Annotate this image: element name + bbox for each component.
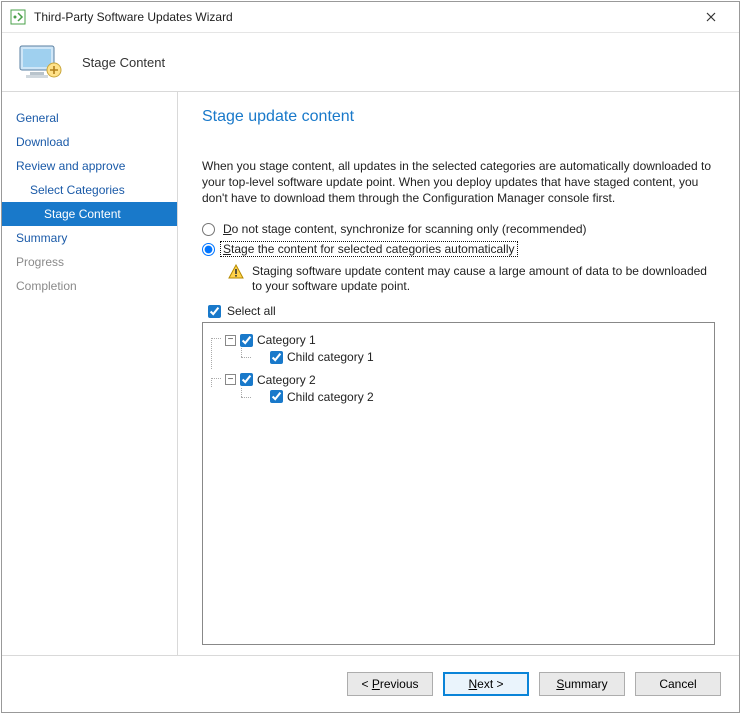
- warning-row: Staging software update content may caus…: [228, 264, 715, 294]
- tree-node: Child category 1: [241, 348, 708, 368]
- next-button[interactable]: Next >: [443, 672, 529, 696]
- tree-leaf-spacer: [255, 352, 266, 363]
- radio-do-not-stage-input[interactable]: [202, 223, 215, 236]
- previous-button[interactable]: < Previous: [347, 672, 433, 696]
- header-page-label: Stage Content: [82, 55, 165, 70]
- tree-collapse-icon[interactable]: −: [225, 335, 236, 346]
- page-title: Stage update content: [202, 108, 715, 126]
- window-title: Third-Party Software Updates Wizard: [34, 10, 691, 24]
- wizard-window: Third-Party Software Updates Wizard Stag…: [1, 1, 740, 713]
- tree-collapse-icon[interactable]: −: [225, 374, 236, 385]
- nav-item-summary[interactable]: Summary: [2, 226, 177, 250]
- nav-item-download[interactable]: Download: [2, 130, 177, 154]
- tree-node-label: Child category 2: [287, 389, 374, 405]
- radio-do-not-stage-label: Do not stage content, synchronize for sc…: [221, 222, 589, 236]
- nav-item-progress: Progress: [2, 250, 177, 274]
- tree-node-checkbox[interactable]: [270, 351, 283, 364]
- nav-item-review-and-approve[interactable]: Review and approve: [2, 154, 177, 178]
- tree-node-row[interactable]: − Category 1: [225, 332, 316, 348]
- select-all[interactable]: Select all: [208, 304, 715, 318]
- tree-node-checkbox[interactable]: [240, 373, 253, 386]
- monitor-icon: [16, 42, 64, 82]
- tree-node: − Category 1Child category 1: [211, 329, 708, 369]
- nav-item-completion: Completion: [2, 274, 177, 298]
- summary-button[interactable]: Summary: [539, 672, 625, 696]
- radio-stage-auto-input[interactable]: [202, 243, 215, 256]
- tree-node-row[interactable]: Child category 2: [255, 389, 374, 405]
- wizard-header: Stage Content: [2, 33, 739, 92]
- cancel-button[interactable]: Cancel: [635, 672, 721, 696]
- radio-do-not-stage[interactable]: Do not stage content, synchronize for sc…: [202, 222, 715, 236]
- category-tree-box: − Category 1Child category 1 − Category 2Ch…: [202, 322, 715, 645]
- radio-stage-auto[interactable]: Stage the content for selected categorie…: [202, 242, 715, 256]
- titlebar: Third-Party Software Updates Wizard: [2, 2, 739, 33]
- close-button[interactable]: [691, 2, 731, 32]
- select-all-label: Select all: [227, 304, 276, 318]
- tree-leaf-spacer: [255, 391, 266, 402]
- wizard-nav: GeneralDownloadReview and approveSelect …: [2, 92, 178, 655]
- tree-node-label: Category 2: [257, 372, 316, 388]
- nav-item-stage-content[interactable]: Stage Content: [2, 202, 177, 226]
- close-icon: [706, 12, 716, 22]
- wizard-body: GeneralDownloadReview and approveSelect …: [2, 92, 739, 655]
- tree-node: Child category 2: [241, 388, 708, 408]
- nav-item-general[interactable]: General: [2, 106, 177, 130]
- tree-node-checkbox[interactable]: [240, 334, 253, 347]
- intro-text: When you stage content, all updates in t…: [202, 158, 715, 206]
- warning-text: Staging software update content may caus…: [252, 264, 715, 294]
- tree-node-row[interactable]: Child category 1: [255, 349, 374, 365]
- tree-node-label: Child category 1: [287, 349, 374, 365]
- warning-icon: [228, 264, 244, 280]
- category-tree: − Category 1Child category 1 − Category 2Ch…: [209, 329, 708, 408]
- radio-stage-auto-label: Stage the content for selected categorie…: [221, 242, 517, 256]
- tree-node-checkbox[interactable]: [270, 390, 283, 403]
- tree-node: − Category 2Child category 2: [211, 369, 708, 409]
- select-all-checkbox[interactable]: [208, 305, 221, 318]
- tree-node-label: Category 1: [257, 332, 316, 348]
- wizard-main: Stage update content When you stage cont…: [178, 92, 739, 655]
- tree-node-row[interactable]: − Category 2: [225, 372, 316, 388]
- app-icon: [10, 9, 26, 25]
- wizard-footer: < Previous Next > Summary Cancel: [2, 655, 739, 712]
- nav-item-select-categories[interactable]: Select Categories: [2, 178, 177, 202]
